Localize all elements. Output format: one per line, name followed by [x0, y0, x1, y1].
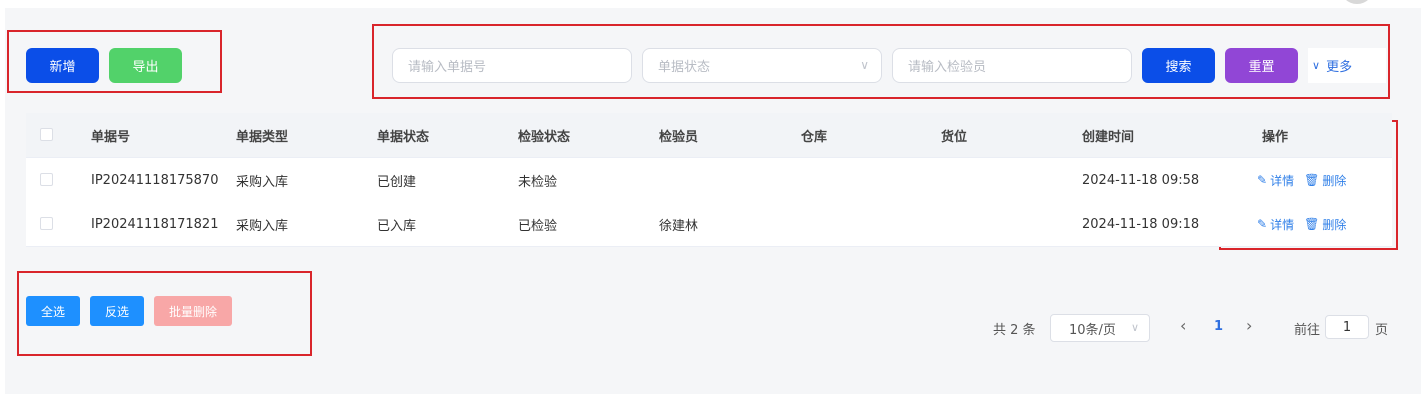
header-warehouse: 仓库	[801, 129, 828, 145]
edit-icon: ✎	[1257, 217, 1268, 231]
row-actions: ✎ 详情 🗑 删除	[1257, 158, 1346, 202]
edit-icon: ✎	[1257, 173, 1268, 187]
detail-label: 详情	[1270, 217, 1295, 232]
cell-doc-status: 已创建	[377, 174, 417, 190]
reset-button[interactable]: 重置	[1225, 48, 1298, 83]
detail-link[interactable]: ✎ 详情	[1257, 216, 1294, 233]
cell-doc-type: 采购入库	[236, 218, 289, 234]
export-button[interactable]: 导出	[109, 48, 182, 83]
row-checkbox[interactable]	[40, 217, 53, 230]
delete-link[interactable]: 🗑 删除	[1304, 172, 1346, 189]
header-inspector: 检验员	[659, 129, 699, 145]
delete-label: 删除	[1322, 217, 1347, 232]
inspector-placeholder: 请输入检验员	[908, 60, 987, 75]
cell-created-time: 2024-11-18 09:58	[1082, 172, 1200, 188]
doc-no-input[interactable]: 请输入单据号	[392, 48, 632, 83]
delete-link[interactable]: 🗑 删除	[1304, 216, 1346, 233]
goto-prefix: 前往	[1294, 323, 1321, 338]
status-select[interactable]: 单据状态 ∨	[642, 48, 882, 83]
add-button[interactable]: 新增	[26, 48, 99, 83]
trash-icon: 🗑	[1304, 217, 1320, 231]
next-page-button[interactable]: ›	[1246, 316, 1252, 335]
search-button[interactable]: 搜索	[1142, 48, 1215, 83]
header-actions: 操作	[1262, 129, 1289, 145]
goto-suffix: 页	[1375, 323, 1389, 338]
row-checkbox[interactable]	[40, 173, 53, 186]
table-row[interactable]: IP20241118175870 采购入库 已创建 未检验 2024-11-18…	[26, 158, 1392, 203]
current-page[interactable]: 1	[1214, 319, 1223, 334]
goto-page-input[interactable]: 1	[1325, 315, 1369, 339]
cell-doc-no: IP20241118171821	[91, 216, 219, 232]
select-all-checkbox[interactable]	[40, 128, 53, 141]
table-row[interactable]: IP20241118171821 采购入库 已入库 已检验 徐建林 2024-1…	[26, 202, 1392, 247]
cell-created-time: 2024-11-18 09:18	[1082, 216, 1200, 232]
avatar[interactable]	[1340, 0, 1374, 4]
invert-selection-button[interactable]: 反选	[90, 296, 144, 326]
cell-doc-status: 已入库	[377, 218, 417, 234]
inspector-input[interactable]: 请输入检验员	[892, 48, 1132, 83]
cell-doc-type: 采购入库	[236, 174, 289, 190]
prev-page-button[interactable]: ‹	[1180, 316, 1186, 335]
row-actions: ✎ 详情 🗑 删除	[1257, 202, 1346, 246]
header-doc-status: 单据状态	[377, 129, 430, 145]
detail-link[interactable]: ✎ 详情	[1257, 172, 1294, 189]
chevron-down-icon: ∨	[860, 58, 869, 72]
more-filters-toggle[interactable]: ∨ 更多	[1308, 48, 1386, 83]
detail-label: 详情	[1270, 173, 1295, 188]
delete-label: 删除	[1322, 173, 1347, 188]
doc-no-placeholder: 请输入单据号	[408, 60, 487, 75]
page-size-select[interactable]: 10条/页 ∨	[1050, 314, 1150, 342]
cell-inspection-status: 未检验	[518, 174, 558, 190]
page-size-value: 10条/页	[1069, 322, 1116, 338]
header-inspection-status: 检验状态	[518, 129, 571, 145]
trash-icon: 🗑	[1304, 173, 1320, 187]
header-doc-no: 单据号	[91, 129, 131, 145]
header-created-time: 创建时间	[1082, 129, 1135, 145]
header-location: 货位	[941, 129, 968, 145]
table-header: 单据号 单据类型 单据状态 检验状态 检验员 仓库 货位 创建时间 操作	[26, 113, 1392, 158]
total-count: 共 2 条	[993, 323, 1036, 338]
select-all-button[interactable]: 全选	[26, 296, 80, 326]
more-label: 更多	[1326, 60, 1353, 75]
batch-delete-button[interactable]: 批量删除	[154, 296, 232, 326]
cell-inspection-status: 已检验	[518, 218, 558, 234]
chevron-down-icon: ∨	[1130, 321, 1139, 334]
chevron-down-icon: ∨	[1312, 59, 1321, 72]
header-doc-type: 单据类型	[236, 129, 289, 145]
cell-doc-no: IP20241118175870	[91, 172, 219, 188]
cell-inspector: 徐建林	[659, 218, 699, 234]
status-placeholder: 单据状态	[658, 60, 711, 75]
